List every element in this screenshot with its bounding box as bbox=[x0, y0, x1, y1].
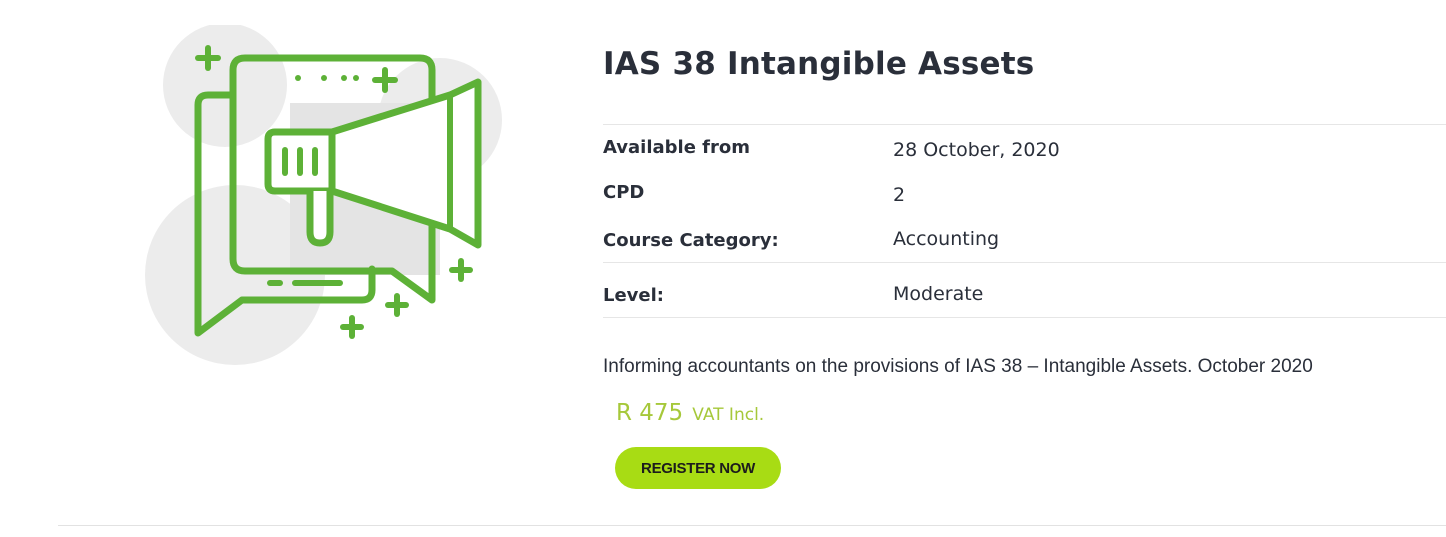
course-title: IAS 38 Intangible Assets bbox=[603, 46, 1035, 82]
register-now-button[interactable]: REGISTER NOW bbox=[615, 447, 781, 489]
category-label: Course Category: bbox=[603, 230, 779, 251]
cpd-label: CPD bbox=[603, 182, 645, 203]
divider bbox=[603, 262, 1446, 263]
cpd-value: 2 bbox=[893, 184, 906, 206]
megaphone-chat-icon bbox=[140, 23, 510, 370]
level-value: Moderate bbox=[893, 283, 984, 305]
available-from-label: Available from bbox=[603, 137, 751, 158]
course-price: R 475 VAT Incl. bbox=[616, 400, 764, 426]
divider bbox=[603, 317, 1446, 318]
price-amount: R 475 bbox=[616, 400, 684, 426]
level-label: Level: bbox=[603, 285, 664, 306]
category-value: Accounting bbox=[893, 228, 1000, 250]
price-vat-note: VAT Incl. bbox=[692, 405, 765, 425]
available-from-value: 28 October, 2020 bbox=[893, 139, 1060, 161]
divider bbox=[603, 124, 1446, 125]
course-description: Informing accountants on the provisions … bbox=[603, 356, 1313, 377]
course-listing: IAS 38 Intangible Assets Available from … bbox=[0, 0, 1446, 537]
section-divider bbox=[58, 525, 1446, 526]
